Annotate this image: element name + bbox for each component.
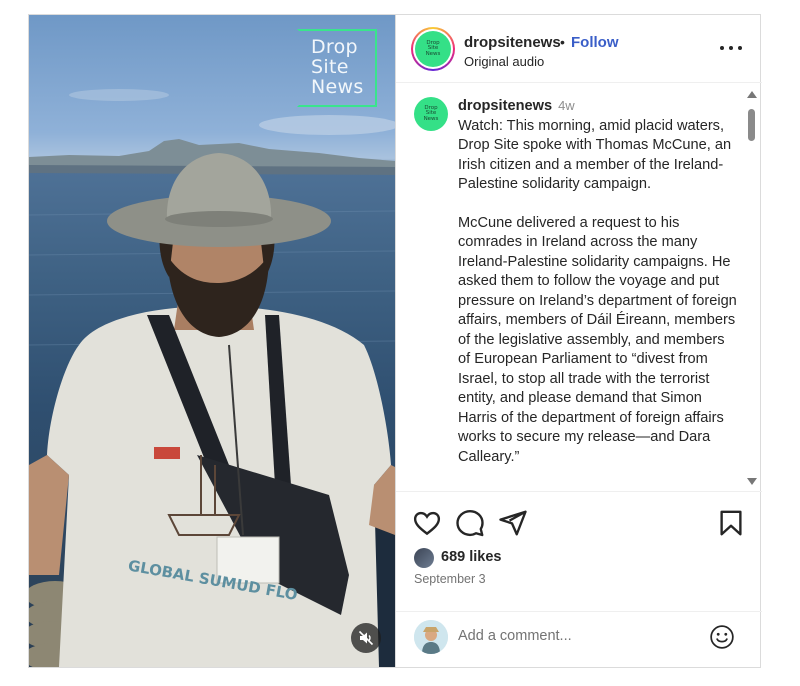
drop-site-news-watermark: Drop Site News <box>297 29 377 107</box>
caption-text: dropsitenews 4w Watch: This morning, amid … <box>458 96 738 467</box>
caption-paragraph: dropsitenews 4w Watch: This morning, amid … <box>458 98 732 192</box>
scroll-down-arrow-icon[interactable] <box>747 478 757 485</box>
post-date[interactable]: September 3 <box>414 572 486 586</box>
likes-count[interactable]: 689 likes <box>441 549 501 565</box>
instagram-post: GLOBAL SUMUD FLO Drop Site News Drop Sit… <box>28 14 762 668</box>
video-frame: GLOBAL SUMUD FLO <box>29 89 395 667</box>
watermark-line: Site <box>311 56 349 78</box>
liker-avatar[interactable] <box>414 548 434 568</box>
follow-button[interactable]: Follow <box>571 34 619 51</box>
comment-bar <box>396 611 762 667</box>
post-header: Drop Site News dropsitenews • Follow Ori… <box>396 15 762 83</box>
comment-icon[interactable] <box>455 508 485 538</box>
scroll-thumb[interactable] <box>748 109 755 141</box>
caption-scrollbar[interactable] <box>746 91 758 487</box>
story-avatar[interactable]: Drop Site News <box>411 27 455 71</box>
original-audio-link[interactable]: Original audio <box>464 54 544 69</box>
post-details-panel: Drop Site News dropsitenews • Follow Ori… <box>395 15 762 667</box>
caption-avatar[interactable]: Drop Site News <box>414 97 448 131</box>
watermark-line: Drop <box>311 36 358 58</box>
user-avatar[interactable] <box>414 620 448 654</box>
post-actions: 689 likes September 3 <box>396 491 762 611</box>
comment-input[interactable] <box>458 625 688 647</box>
caption-scroll-area[interactable]: Drop Site News dropsitenews 4w Watch: This… <box>396 84 762 489</box>
caption-username[interactable]: dropsitenews <box>458 98 552 114</box>
scroll-up-arrow-icon[interactable] <box>747 91 757 98</box>
caption-time: 4w <box>558 98 575 113</box>
share-icon[interactable] <box>498 508 528 538</box>
watermark-line: News <box>311 76 364 98</box>
bookmark-icon[interactable] <box>716 508 746 538</box>
more-options-icon[interactable] <box>720 37 742 59</box>
emoji-icon[interactable] <box>709 624 735 650</box>
drop-site-news-logo: Drop Site News <box>415 31 451 67</box>
heart-icon[interactable] <box>412 508 442 538</box>
post-video[interactable]: GLOBAL SUMUD FLO Drop Site News <box>29 15 395 667</box>
mute-button[interactable] <box>351 623 381 653</box>
header-username[interactable]: dropsitenews <box>464 34 561 51</box>
separator-dot: • <box>560 34 565 50</box>
caption-paragraph: McCune delivered a request to his comrad… <box>458 214 737 465</box>
speaker-muted-icon <box>358 630 374 646</box>
